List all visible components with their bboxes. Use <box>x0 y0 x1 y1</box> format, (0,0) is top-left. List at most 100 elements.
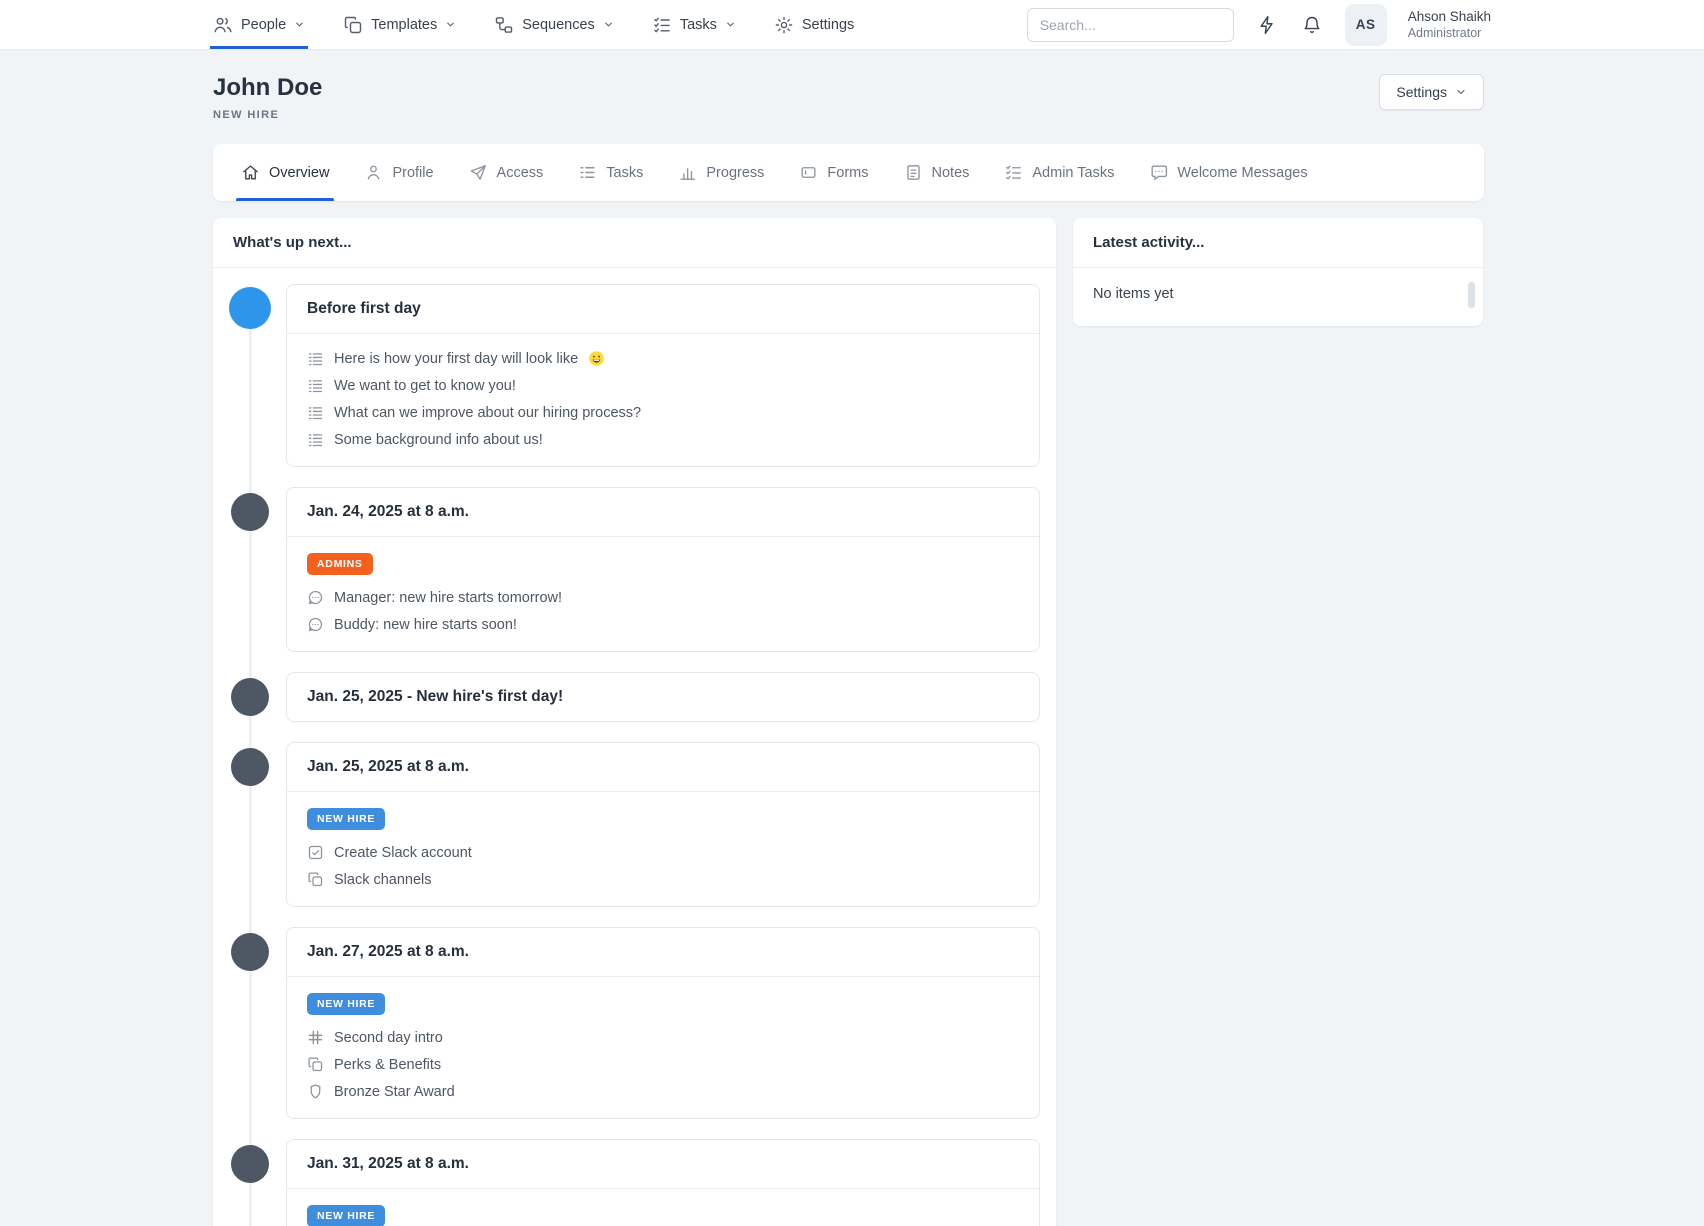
timeline-entry: Jan. 25, 2025 - New hire's first day! <box>286 672 1040 722</box>
sequences-icon <box>494 15 514 35</box>
tab-label: Admin Tasks <box>1032 165 1114 181</box>
entry-card: Jan. 27, 2025 at 8 a.m. NEW HIRE Second … <box>286 927 1040 1119</box>
people-icon <box>213 15 233 35</box>
nav-left: People Templates Sequences <box>213 0 854 49</box>
tab-label: Forms <box>827 165 868 181</box>
send-icon <box>469 163 488 182</box>
entry-title: Jan. 25, 2025 - New hire's first day! <box>287 673 1039 721</box>
nav-item-tasks[interactable]: Tasks <box>652 0 736 49</box>
tab-forms[interactable]: Forms <box>799 144 868 201</box>
tab-welcome-messages[interactable]: Welcome Messages <box>1149 144 1307 201</box>
nav-item-label: Tasks <box>680 17 717 33</box>
document-icon <box>904 163 923 182</box>
badge-row: NEW HIRE <box>307 1205 1019 1226</box>
entry-title: Jan. 27, 2025 at 8 a.m. <box>287 928 1039 976</box>
nav-item-settings[interactable]: Settings <box>774 0 854 49</box>
resource-item: Perks & Benefits <box>307 1056 1019 1073</box>
tab-tasks[interactable]: Tasks <box>578 144 643 201</box>
entry-title: Jan. 24, 2025 at 8 a.m. <box>287 488 1039 536</box>
tab-label: Overview <box>269 165 329 181</box>
copy-icon <box>307 871 324 888</box>
list-icon <box>307 431 324 448</box>
slack-icon <box>307 1029 324 1046</box>
search-box <box>1027 8 1234 42</box>
message-bubble-icon <box>1149 163 1168 182</box>
main-content: What's up next... Before first day Here … <box>213 218 1484 1226</box>
list-icon <box>307 404 324 421</box>
award-item: Bronze Star Award <box>307 1083 1019 1100</box>
chevron-down-icon <box>603 19 614 30</box>
message-item-label: Manager: new hire starts tomorrow! <box>334 590 562 606</box>
tab-profile[interactable]: Profile <box>364 144 433 201</box>
tab-admin-tasks[interactable]: Admin Tasks <box>1004 144 1114 201</box>
shield-icon <box>307 1083 324 1100</box>
copy-icon <box>307 1056 324 1073</box>
slack-item-label: Second day intro <box>334 1030 443 1046</box>
timeline: Before first day Here is how your first … <box>213 268 1056 1226</box>
page-subtitle: NEW HIRE <box>213 109 322 121</box>
chevron-down-icon <box>1455 86 1467 98</box>
chevron-down-icon <box>445 19 456 30</box>
tab-access[interactable]: Access <box>469 144 544 201</box>
message-item: Buddy: new hire starts soon! <box>307 616 1019 633</box>
entry-card: Jan. 24, 2025 at 8 a.m. ADMINS Manager: … <box>286 487 1040 652</box>
nav-item-label: Sequences <box>522 17 595 33</box>
settings-button-label: Settings <box>1396 84 1447 100</box>
tab-bar: Overview Profile Access Tasks Progress F… <box>213 144 1484 201</box>
bolt-icon[interactable] <box>1255 13 1279 37</box>
tab-label: Tasks <box>606 165 643 181</box>
nav-item-sequences[interactable]: Sequences <box>494 0 614 49</box>
nav-item-templates[interactable]: Templates <box>343 0 456 49</box>
avatar-initials: AS <box>1356 17 1376 32</box>
settings-dropdown-button[interactable]: Settings <box>1379 74 1484 110</box>
award-item-label: Bronze Star Award <box>334 1084 455 1100</box>
top-nav: People Templates Sequences <box>0 0 1704 50</box>
checklist-icon <box>652 15 672 35</box>
entry-title: Jan. 25, 2025 at 8 a.m. <box>287 743 1039 791</box>
slack-item: Second day intro <box>307 1029 1019 1046</box>
user-menu[interactable]: Ahson Shaikh Administrator <box>1408 8 1491 42</box>
page-header: John Doe NEW HIRE Settings <box>213 74 1484 121</box>
list-item: Here is how your first day will look lik… <box>307 350 1019 367</box>
list-icon <box>307 350 324 367</box>
bell-icon[interactable] <box>1300 13 1324 37</box>
list-icon <box>578 163 597 182</box>
entry-card: Jan. 25, 2025 - New hire's first day! <box>286 672 1040 722</box>
nav-right: AS Ahson Shaikh Administrator <box>1027 4 1491 46</box>
gear-icon <box>774 15 794 35</box>
grinning-face-emoji <box>588 350 605 367</box>
chevron-down-icon <box>725 19 736 30</box>
timeline-dot <box>231 678 269 716</box>
entry-body: NEW HIRE <box>287 1188 1039 1226</box>
chat-bubble-icon <box>307 616 324 633</box>
resource-item-label: Slack channels <box>334 872 432 888</box>
list-item: What can we improve about our hiring pro… <box>307 404 1019 421</box>
tab-progress[interactable]: Progress <box>678 144 764 201</box>
list-item: We want to get to know you! <box>307 377 1019 394</box>
scrollbar-thumb[interactable] <box>1468 282 1475 308</box>
search-input[interactable] <box>1027 8 1234 42</box>
avatar[interactable]: AS <box>1345 4 1387 46</box>
nav-item-people[interactable]: People <box>213 0 305 49</box>
entry-card: Jan. 25, 2025 at 8 a.m. NEW HIRE Create … <box>286 742 1040 907</box>
tab-label: Welcome Messages <box>1177 165 1307 181</box>
chat-bubble-icon <box>307 589 324 606</box>
entry-card: Jan. 31, 2025 at 8 a.m. NEW HIRE <box>286 1139 1040 1226</box>
home-icon <box>241 163 260 182</box>
entry-title: Jan. 31, 2025 at 8 a.m. <box>287 1140 1039 1188</box>
entry-body: ADMINS Manager: new hire starts tomorrow… <box>287 536 1039 651</box>
entry-body: NEW HIRE Second day intro Perks & Benefi… <box>287 976 1039 1118</box>
timeline-dot-current <box>229 287 271 329</box>
list-icon <box>307 377 324 394</box>
tab-overview[interactable]: Overview <box>241 144 329 201</box>
new-hire-badge: NEW HIRE <box>307 808 385 830</box>
list-item-label: What can we improve about our hiring pro… <box>334 405 641 421</box>
tab-label: Notes <box>932 165 970 181</box>
tab-notes[interactable]: Notes <box>904 144 970 201</box>
badge-row: ADMINS <box>307 553 1019 575</box>
new-hire-badge: NEW HIRE <box>307 1205 385 1226</box>
task-item-label: Create Slack account <box>334 845 472 861</box>
tab-label: Progress <box>706 165 764 181</box>
entry-card: Before first day Here is how your first … <box>286 284 1040 467</box>
list-item-label: Here is how your first day will look lik… <box>334 351 578 367</box>
